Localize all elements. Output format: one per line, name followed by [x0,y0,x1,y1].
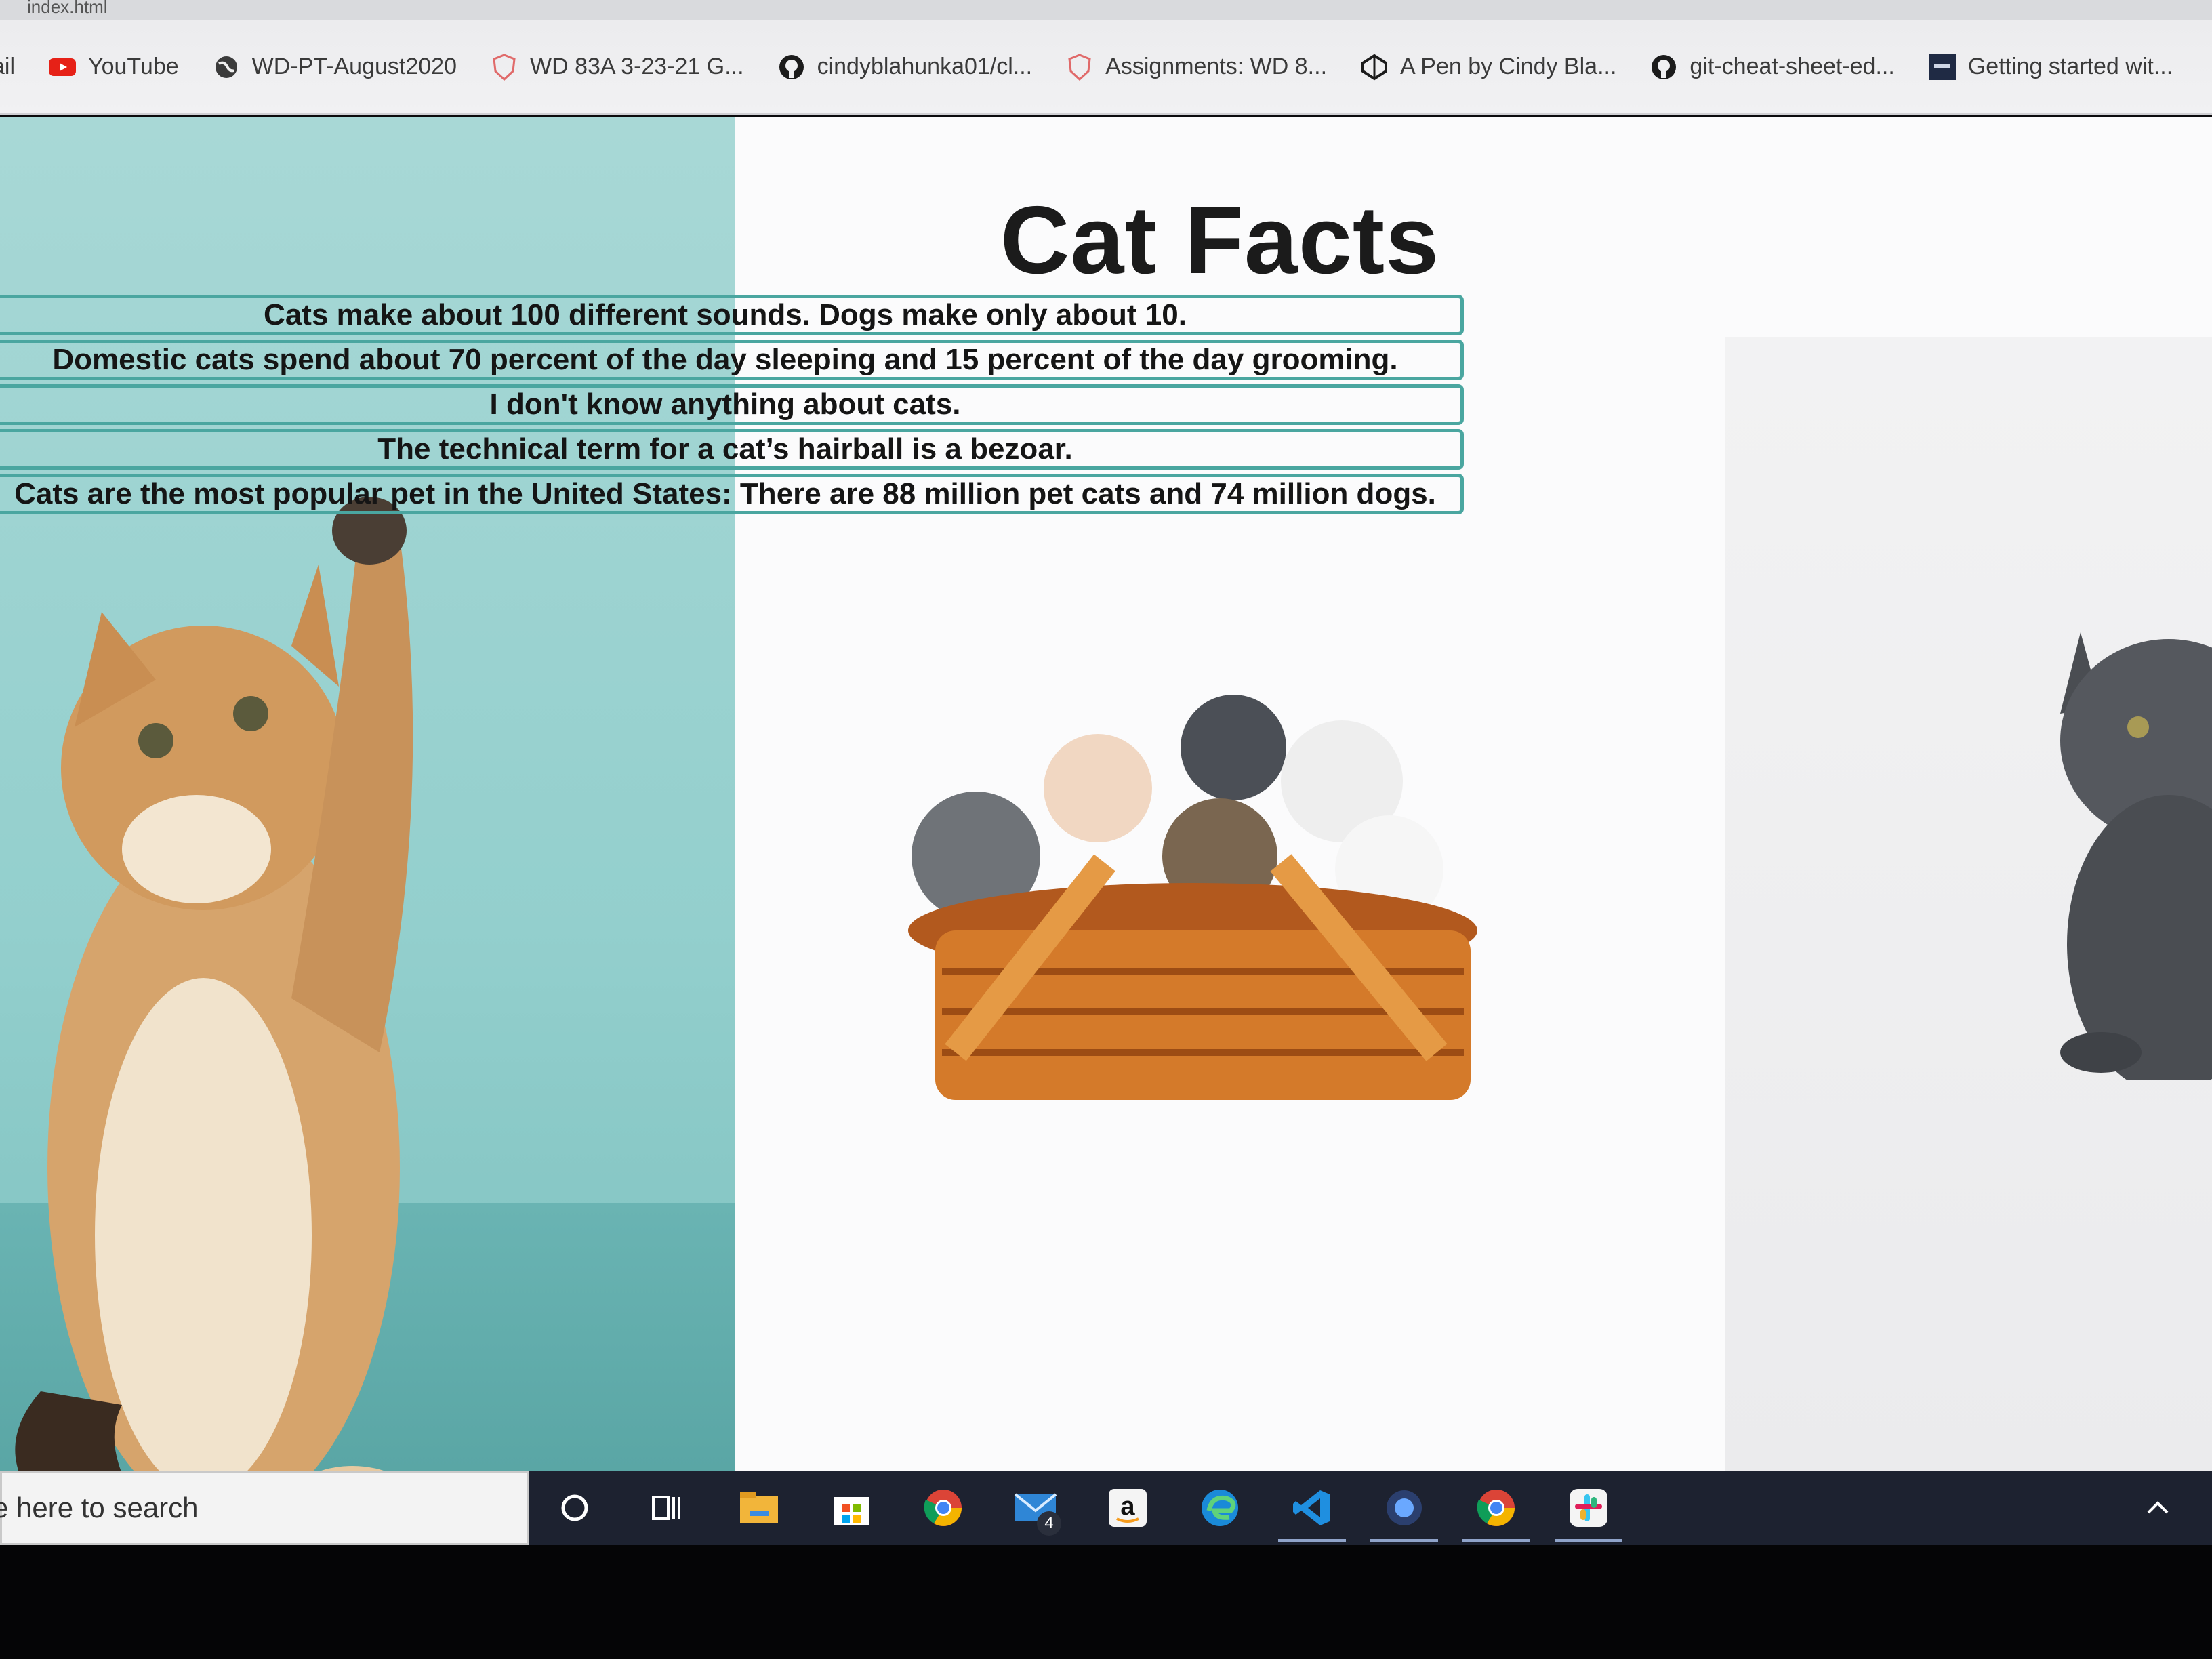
bookmarks-bar: ail YouTube WD-PT-August2020 WD 83A 3-23… [0,20,2212,115]
bookmark-youtube[interactable]: YouTube [49,54,179,81]
mail-icon[interactable]: 4 [989,1471,1082,1545]
address-text: index.html [27,0,108,17]
cortana-icon[interactable] [529,1471,621,1545]
bookmark-label: git-cheat-sheet-ed... [1689,54,1895,79]
bookmark-label: Getting started wit... [1967,54,2173,79]
gray-cat-image [2060,632,2212,1080]
taskbar: e here to search 4 a [0,1471,2212,1545]
address-bar[interactable]: index.html [0,0,2212,20]
youtube-icon [49,54,77,81]
amazon-icon[interactable]: a [1082,1471,1174,1545]
bookmark-git-cheat[interactable]: git-cheat-sheet-ed... [1650,54,1895,81]
search-placeholder: e here to search [0,1492,199,1523]
bookmark-wd83a[interactable]: WD 83A 3-23-21 G... [491,53,744,81]
chrome-icon[interactable] [897,1471,989,1545]
slack-icon[interactable] [1542,1471,1635,1545]
shield-icon [1066,53,1093,81]
show-hidden-icons-button[interactable] [2144,1471,2171,1545]
chrome-canary-icon[interactable] [1450,1471,1542,1545]
codepen-icon [1361,54,1388,81]
facts-list: Cats make about 100 different sounds. Do… [0,295,1464,518]
task-view-icon[interactable] [621,1471,713,1545]
bookmark-codepen[interactable]: A Pen by Cindy Bla... [1361,54,1616,81]
bookmark-label: WD-PT-August2020 [251,54,457,79]
bookmark-assignments[interactable]: Assignments: WD 8... [1066,53,1328,81]
page-title: Cat Facts [1000,186,1440,294]
fact-item: Domestic cats spend about 70 percent of … [0,340,1464,380]
bookmark-label: WD 83A 3-23-21 G... [530,54,744,79]
bookmark-getting-started[interactable]: Getting started wit... [1928,54,2173,81]
taskbar-search-input[interactable]: e here to search [0,1471,529,1545]
bookmark-mail[interactable]: ail [0,54,15,80]
edge-icon[interactable] [1174,1471,1266,1545]
shield-icon [491,53,518,81]
docs-icon [1928,54,1956,81]
fact-item: The technical term for a cat’s hairball … [0,429,1464,470]
app-icon[interactable] [1358,1471,1450,1545]
file-explorer-icon[interactable] [713,1471,805,1545]
vscode-icon[interactable] [1266,1471,1358,1545]
bookmark-github-cindy[interactable]: cindyblahunka01/cl... [778,54,1033,81]
mail-badge: 4 [1037,1511,1061,1536]
chevron-up-icon [2147,1501,2169,1514]
fact-item: Cats make about 100 different sounds. Do… [0,295,1464,335]
github-icon [1650,54,1677,81]
bookmark-label: A Pen by Cindy Bla... [1400,54,1617,79]
fact-item: I don't know anything about cats. [0,384,1464,425]
ginger-cat-image [15,497,413,1471]
bookmark-label: Assignments: WD 8... [1105,54,1328,79]
kittens-basket-image [908,695,1477,1100]
github-icon [778,54,805,81]
screen-bezel [0,1545,2212,1659]
svg-text:a: a [1120,1492,1135,1521]
bookmark-label: cindyblahunka01/cl... [817,54,1033,79]
page-viewport: Cat Facts Cats make about 100 different … [0,117,2212,1471]
store-icon[interactable] [805,1471,897,1545]
globe-icon [213,54,240,81]
bookmark-wd-pt[interactable]: WD-PT-August2020 [213,54,457,81]
bookmark-label: ail [0,54,16,79]
fact-item: Cats are the most popular pet in the Uni… [0,474,1464,514]
bookmark-label: YouTube [88,54,179,79]
